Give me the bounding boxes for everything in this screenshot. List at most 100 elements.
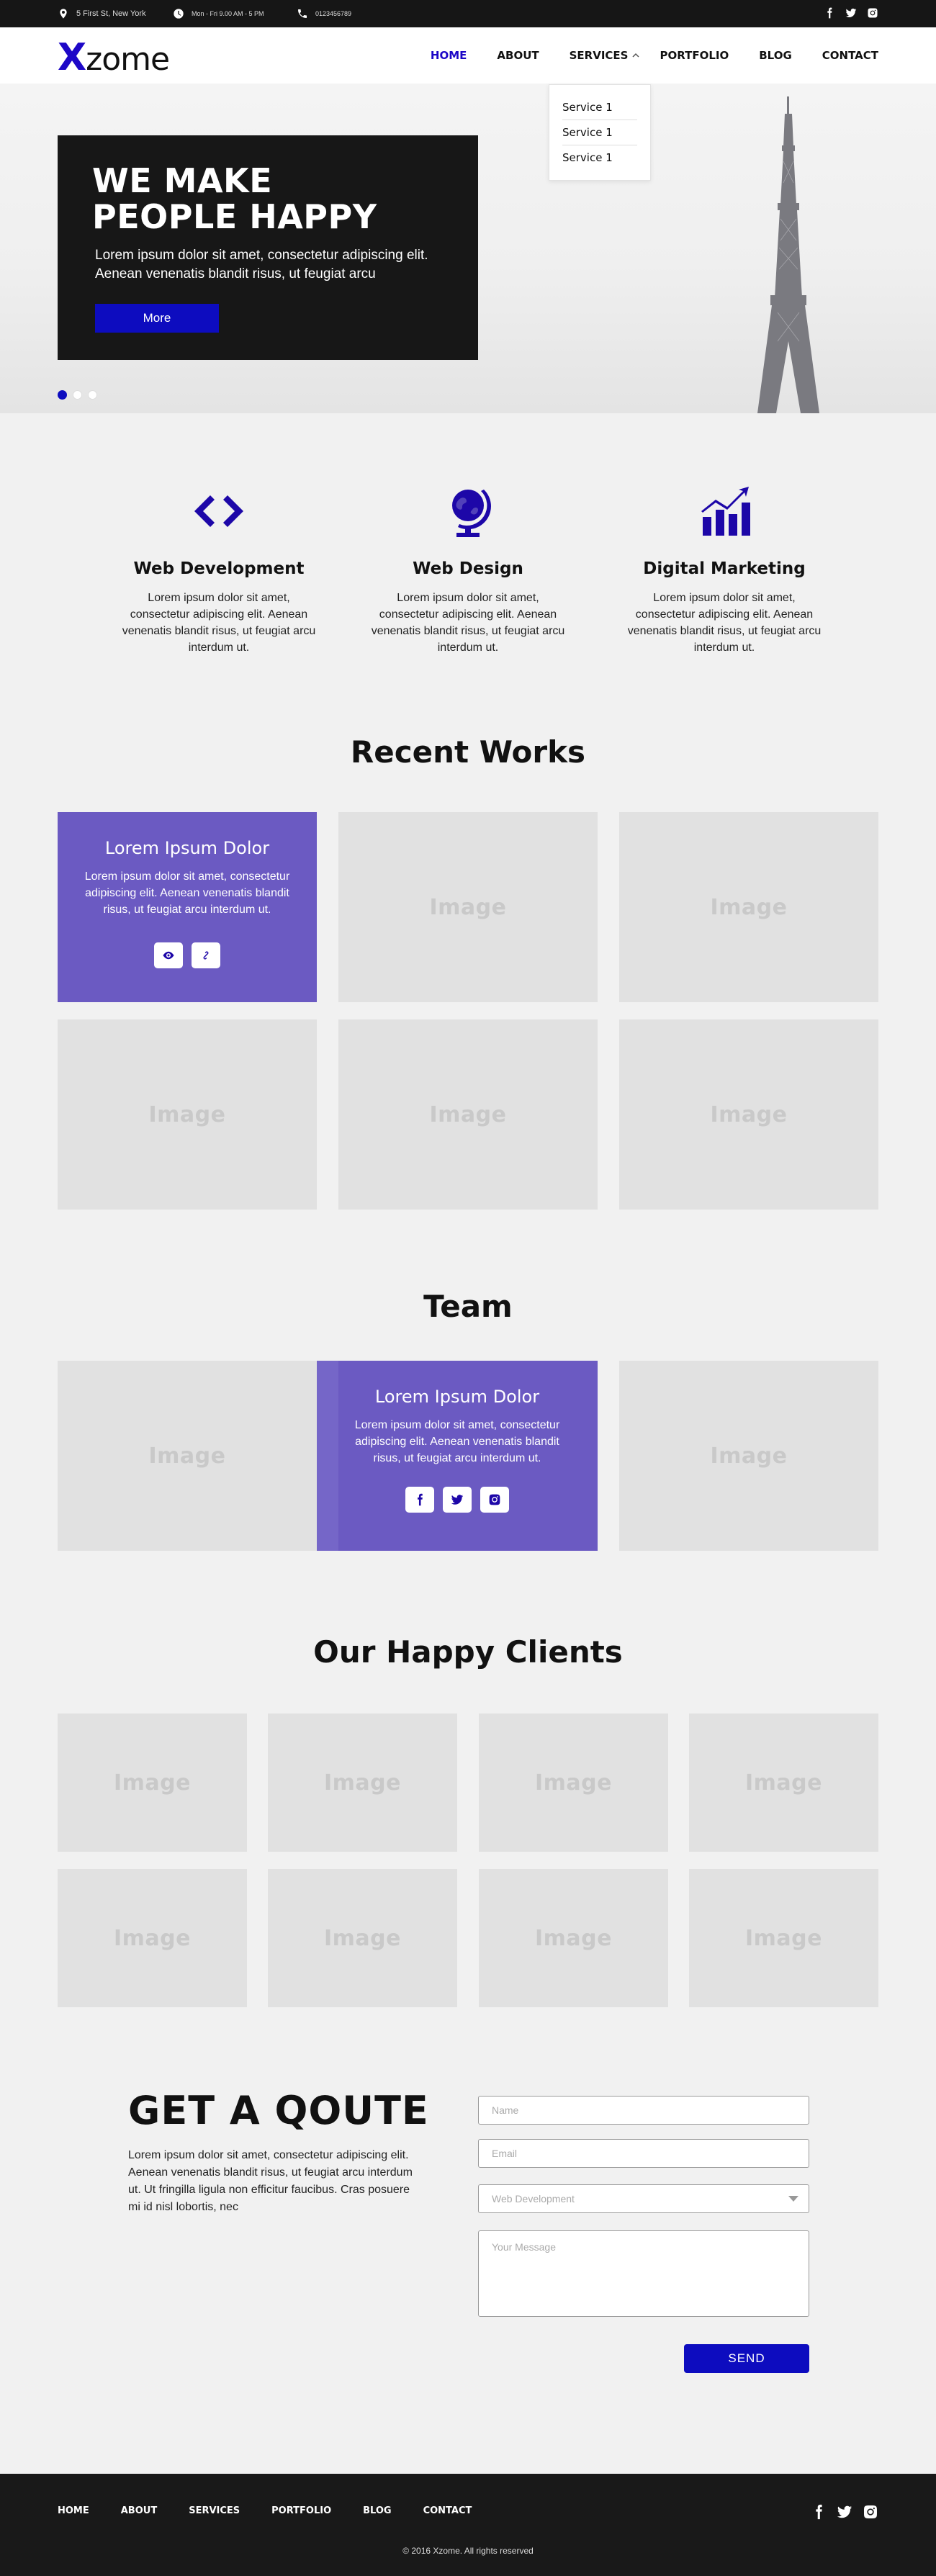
work-image-2[interactable]: Image [338,812,598,1002]
footer-nav-about[interactable]: ABOUT [121,2505,157,2516]
footer-nav-services[interactable]: SERVICES [189,2505,240,2516]
service-title: Web Development [133,559,305,578]
slider-dot-1[interactable] [58,390,67,400]
recent-works-title: Recent Works [350,734,586,770]
nav-home[interactable]: HOME [431,49,467,62]
client-logo-4: Image [689,1713,878,1852]
client-logo-3: Image [479,1713,668,1852]
hours-info: Mon - Fri 9.00 AM - 5 PM [173,0,264,27]
client-logo-1: Image [58,1713,247,1852]
instagram-icon[interactable] [867,7,878,21]
site-header: Xzome HOME ABOUT SERVICES PORTFOLIO BLOG… [0,27,936,84]
footer-nav-contact[interactable]: CONTACT [423,2505,472,2516]
name-input[interactable] [478,2096,809,2125]
facebook-icon[interactable] [824,7,835,21]
nav-about[interactable]: ABOUT [497,49,539,62]
link-icon [203,951,209,960]
copyright-text: © 2016 Xzome. All rights reserved [402,2546,534,2556]
hero-slider: WE MAKE PEOPLE HAPPY Lorem ipsum dolor s… [0,84,936,413]
clients-title: Our Happy Clients [313,1634,623,1670]
eiffel-tower-image [757,96,819,413]
work-image-5[interactable]: Image [338,1019,598,1210]
main-nav: HOME ABOUT SERVICES PORTFOLIO BLOG CONTA… [400,27,878,84]
quote-text: Lorem ipsum dolor sit amet, consectetur … [128,2149,413,2213]
globe-icon [452,490,491,537]
team-card-title: Lorem Ipsum Dolor [374,1387,540,1407]
slider-dot-3[interactable] [88,390,97,400]
code-icon [194,495,243,527]
client-logo-8: Image [689,1869,878,2007]
card-edge [317,1361,338,1551]
nav-services[interactable]: SERVICES [570,49,640,62]
service-select[interactable]: Web Development [478,2184,809,2213]
work-image-4[interactable]: Image [58,1019,317,1210]
nav-contact[interactable]: CONTACT [822,49,878,62]
footer-nav: HOME ABOUT SERVICES PORTFOLIO BLOG CONTA… [58,2505,472,2516]
service-digital-marketing: Digital Marketing Lorem ipsum dolor sit … [616,482,832,656]
top-social-links [824,0,878,27]
site-logo[interactable]: Xzome [58,36,170,79]
instagram-icon[interactable] [863,2504,878,2523]
address-info: 5 First St, New York [58,0,146,27]
view-button[interactable] [154,942,183,968]
facebook-icon [418,1493,423,1506]
work-image-3[interactable]: Image [619,812,878,1002]
twitter-icon[interactable] [837,2504,852,2523]
client-logo-5: Image [58,1869,247,2007]
footer-nav-portfolio[interactable]: PORTFOLIO [271,2505,331,2516]
client-logo-2: Image [268,1713,457,1852]
service-text: Lorem ipsum dolor sit amet, consectetur … [627,592,822,654]
work-item-hover-card[interactable]: Lorem Ipsum Dolor Lorem ipsum dolor sit … [58,812,317,1002]
site-footer: HOME ABOUT SERVICES PORTFOLIO BLOG CONTA… [0,2474,936,2576]
nav-portfolio[interactable]: PORTFOLIO [660,49,729,62]
chart-icon [701,487,750,536]
phone-info: 0123456789 [297,0,351,27]
link-button[interactable] [192,942,220,968]
slider-dot-2[interactable] [73,390,82,400]
facebook-icon[interactable] [811,2504,827,2523]
send-button[interactable]: SEND [684,2344,809,2373]
work-card-text: Lorem ipsum dolor sit amet, consectetur … [84,870,290,916]
hero-title: WE MAKE PEOPLE HAPPY [92,161,377,236]
client-logo-6: Image [268,1869,457,2007]
chevron-up-icon [632,53,640,58]
service-text: Lorem ipsum dolor sit amet, consectetur … [371,592,565,654]
nav-blog[interactable]: BLOG [759,49,792,62]
team-member-3-image[interactable]: Image [619,1361,878,1551]
clock-icon [174,9,184,19]
chevron-down-icon [788,2196,798,2202]
dropdown-item-service-2[interactable]: Service 1 [562,120,637,145]
address-text: 5 First St, New York [76,9,146,18]
work-card-title: Lorem Ipsum Dolor [104,838,270,858]
service-text: Lorem ipsum dolor sit amet, consectetur … [122,592,316,654]
top-bar: 5 First St, New York Mon - Fri 9.00 AM -… [0,0,936,27]
dropdown-item-service-3[interactable]: Service 1 [562,145,637,171]
email-input[interactable] [478,2139,809,2168]
client-logo-7: Image [479,1869,668,2007]
more-button[interactable]: More [95,304,219,333]
team-member-1-image[interactable]: Image [58,1361,317,1551]
message-textarea[interactable] [478,2230,809,2317]
team-member-hover-card[interactable]: Lorem Ipsum Dolor Lorem ipsum dolor sit … [317,1361,598,1551]
dropdown-item-service-1[interactable]: Service 1 [562,95,637,120]
phone-text: 0123456789 [315,10,352,17]
twitter-icon [451,1495,464,1505]
team-title: Team [423,1289,513,1324]
service-title: Digital Marketing [643,559,806,578]
team-twitter-button[interactable] [443,1487,472,1513]
quote-title: GET A QOUTE [128,2088,429,2133]
service-web-design: Web Design Lorem ipsum dolor sit amet, c… [360,482,576,656]
phone-icon [298,9,307,18]
service-select-value: Web Development [492,2193,575,2205]
footer-nav-home[interactable]: HOME [58,2505,89,2516]
twitter-icon[interactable] [845,7,857,21]
footer-nav-blog[interactable]: BLOG [363,2505,391,2516]
team-card-text: Lorem ipsum dolor sit amet, consectetur … [354,1419,560,1464]
team-facebook-button[interactable] [405,1487,434,1513]
work-image-6[interactable]: Image [619,1019,878,1210]
footer-social-links [811,2504,878,2523]
location-pin-icon [60,9,67,19]
hours-text: Mon - Fri 9.00 AM - 5 PM [192,10,264,17]
service-web-development: Web Development Lorem ipsum dolor sit am… [111,482,327,656]
team-instagram-button[interactable] [480,1487,509,1513]
